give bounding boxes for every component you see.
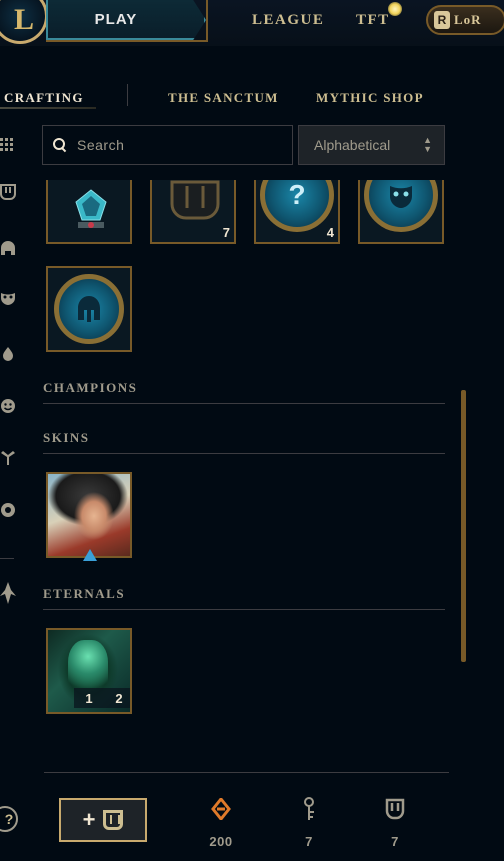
league-logo[interactable]: L <box>0 0 48 44</box>
subnav-divider <box>127 84 128 106</box>
add-plus-icon: + <box>82 807 96 832</box>
section-divider <box>43 403 445 404</box>
lor-icon: R <box>434 11 450 29</box>
section-title-eternals: ETERNALS <box>43 586 126 601</box>
tft-tab[interactable]: TFT <box>356 12 390 29</box>
grid-icon[interactable] <box>0 138 16 154</box>
skin-splash-image <box>48 474 130 556</box>
sort-arrows-icon: ▲ ▼ <box>423 135 432 154</box>
tab-mythic-shop[interactable]: MYTHIC SHOP <box>316 90 424 106</box>
play-label: PLAY <box>94 10 138 28</box>
orange-essence-icon <box>196 796 246 822</box>
loot-tile-skin[interactable] <box>46 472 132 561</box>
loot-tile-mask-emblem[interactable] <box>358 180 444 244</box>
tile-count: 4 <box>326 225 334 240</box>
lor-button[interactable]: R LoR <box>426 5 504 35</box>
notification-glow <box>388 2 402 16</box>
chest-icon <box>103 810 124 830</box>
hextech-crystal-icon <box>48 180 130 242</box>
mask-emblem-icon <box>364 180 438 232</box>
top-navigation-bar: L PLAY LEAGUE TFT R LoR <box>0 0 504 46</box>
eternal-series-badges: 1 2 <box>74 688 130 708</box>
loot-tile-hextech-crystal[interactable] <box>46 180 132 244</box>
search-input[interactable] <box>77 137 277 153</box>
search-icon <box>53 138 67 152</box>
league-tab[interactable]: LEAGUE <box>252 12 324 29</box>
footer-divider <box>44 772 449 773</box>
eternal-badge-2: 2 <box>104 688 130 708</box>
help-button[interactable]: ? <box>0 806 18 832</box>
loot-scrollbar[interactable] <box>461 390 466 662</box>
loot-content: 7 ? 4 CHAMPIONS SKINS ETERNALS 1 2 <box>0 180 504 780</box>
helm-emblem-icon <box>54 274 124 344</box>
orange-essence-value: 200 <box>209 834 233 849</box>
lor-label: LoR <box>454 12 482 27</box>
logo-letter: L <box>13 3 34 36</box>
tab-crafting[interactable]: CRAFTING <box>4 90 84 106</box>
loot-tile-mystery-emblem[interactable]: ? 4 <box>254 180 340 244</box>
currency-key: 7 <box>284 796 334 849</box>
currency-chest: 7 <box>370 796 420 849</box>
tab-the-sanctum[interactable]: THE SANCTUM <box>168 90 279 106</box>
loot-tile-eternal[interactable]: 1 2 <box>46 628 132 714</box>
active-tab-underline <box>0 107 96 109</box>
chest-value: 7 <box>391 834 399 849</box>
currency-orange-essence: 200 <box>196 796 246 849</box>
chest-icon <box>370 796 420 822</box>
mystery-emblem-icon: ? <box>260 180 334 232</box>
add-chest-button[interactable]: + <box>59 798 147 842</box>
loot-subnav: CRAFTING THE SANCTUM MYTHIC SHOP <box>0 80 504 114</box>
section-divider <box>43 609 445 610</box>
key-value: 7 <box>305 834 313 849</box>
search-field[interactable] <box>42 125 293 165</box>
loot-tile-chest[interactable]: 7 <box>150 180 236 244</box>
key-icon <box>284 796 334 822</box>
loot-tile-helm-emblem[interactable] <box>46 266 132 352</box>
eternal-badge-1: 1 <box>74 688 104 708</box>
sort-selected-value: Alphabetical <box>314 137 391 153</box>
sort-dropdown[interactable]: Alphabetical ▲ ▼ <box>298 125 445 165</box>
section-divider <box>43 453 445 454</box>
tile-count: 7 <box>222 225 230 240</box>
play-button[interactable]: PLAY <box>46 0 206 40</box>
section-title-champions: CHAMPIONS <box>43 380 138 395</box>
section-title-skins: SKINS <box>43 430 90 445</box>
